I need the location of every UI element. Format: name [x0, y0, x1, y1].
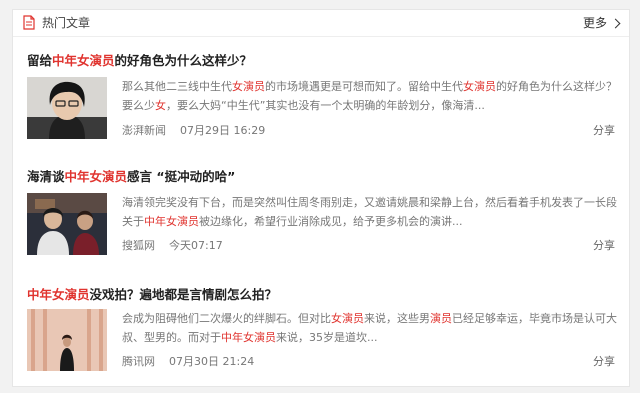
source-name: 澎湃新闻 [122, 124, 166, 137]
article-summary: 海清领完奖没有下台，而是突然叫住周冬雨别走，又邀请姚晨和梁静上台，然后看着手机发… [122, 193, 622, 231]
summary-text: 的市场境遇更是可想而知了。留给中生代 [265, 80, 463, 93]
summary-text: ，要么大妈“中生代”其实也没有一个太明确的年龄划分，像海清... [166, 99, 485, 112]
keyword-highlight: 女演员 [232, 80, 265, 93]
article-thumbnail[interactable] [27, 193, 107, 255]
summary-text: 叔、型男的。而对于 [122, 331, 221, 344]
keyword-highlight: 女演员 [463, 80, 496, 93]
summary-line: 要么少女，要么大妈“中生代”其实也没有一个太明确的年龄划分，像海清... [122, 96, 622, 115]
share-button[interactable]: 分享 [593, 355, 615, 369]
article-summary: 会成为阻碍他们二次爆火的绊脚石。但对比女演员来说，这些男演员已经足够幸运，毕竟市… [122, 309, 622, 347]
summary-text: 的好角色为什么这样少？ [496, 80, 617, 93]
summary-text: 关于 [122, 215, 144, 228]
keyword-highlight: 女 [155, 99, 166, 112]
summary-text: 来说，35岁是道坎... [276, 331, 378, 344]
section-title: 热门文章 [42, 16, 91, 30]
keyword-highlight: 中年女演员 [221, 331, 276, 344]
article-meta: 澎湃新闻 07月29日 16:29 [122, 124, 265, 138]
article-thumbnail[interactable] [27, 309, 107, 371]
keyword-highlight: 女演员 [331, 312, 364, 325]
publish-time: 07月30日 21:24 [169, 355, 255, 368]
summary-line: 叔、型男的。而对于中年女演员来说，35岁是道坎... [122, 328, 622, 347]
summary-line: 海清领完奖没有下台，而是突然叫住周冬雨别走，又邀请姚晨和梁静上台，然后看着手机发… [122, 193, 622, 212]
hot-articles-card: 热门文章 更多 留给中年女演员的好角色为什么这样少？ 那么其他二三线中生代女演员… [12, 9, 630, 387]
share-button[interactable]: 分享 [593, 239, 615, 253]
article-summary: 那么其他二三线中生代女演员的市场境遇更是可想而知了。留给中生代女演员的好角色为什… [122, 77, 622, 115]
keyword-highlight: 演员 [430, 312, 452, 325]
summary-text: 那么其他二三线中生代 [122, 80, 232, 93]
publish-time: 今天07:17 [169, 239, 223, 252]
share-button[interactable]: 分享 [593, 124, 615, 138]
article-thumbnail[interactable] [27, 77, 107, 139]
source-name: 搜狐网 [122, 239, 155, 252]
document-icon [23, 15, 35, 30]
publish-time: 07月29日 16:29 [180, 124, 266, 137]
summary-text: 海清领完奖没有下台，而是突然叫住周冬雨别走，又邀请姚晨和梁静上台，然后看着手机发… [122, 196, 617, 209]
summary-text: 要么少 [122, 99, 155, 112]
summary-text: 被边缘化，希望行业消除成见，给予更多机会的演讲... [199, 215, 463, 228]
article-meta: 搜狐网 今天07:17 [122, 239, 223, 253]
keyword-highlight: 中年女演员 [144, 215, 199, 228]
article-title[interactable]: 中年女演员没戏拍？遍地都是言情剧怎么拍？ [27, 286, 277, 304]
chevron-right-icon [610, 18, 621, 28]
article-title[interactable]: 海清谈中年女演员感言 “挺冲动的哈” [27, 168, 235, 186]
summary-text: 已经足够幸运，毕竟市场是认可大 [452, 312, 617, 325]
card-header: 热门文章 更多 [13, 10, 629, 37]
more-label: 更多 [582, 16, 607, 30]
summary-text: 来说，这些男 [364, 312, 430, 325]
article-meta: 腾讯网 07月30日 21:24 [122, 355, 254, 369]
source-name: 腾讯网 [122, 355, 155, 368]
summary-line: 会成为阻碍他们二次爆火的绊脚石。但对比女演员来说，这些男演员已经足够幸运，毕竟市… [122, 309, 622, 328]
summary-line: 那么其他二三线中生代女演员的市场境遇更是可想而知了。留给中生代女演员的好角色为什… [122, 77, 622, 96]
summary-text: 会成为阻碍他们二次爆火的绊脚石。但对比 [122, 312, 331, 325]
summary-line: 关于中年女演员被边缘化，希望行业消除成见，给予更多机会的演讲... [122, 212, 622, 231]
more-link[interactable]: 更多 [582, 15, 621, 31]
article-title[interactable]: 留给中年女演员的好角色为什么这样少？ [27, 52, 252, 70]
